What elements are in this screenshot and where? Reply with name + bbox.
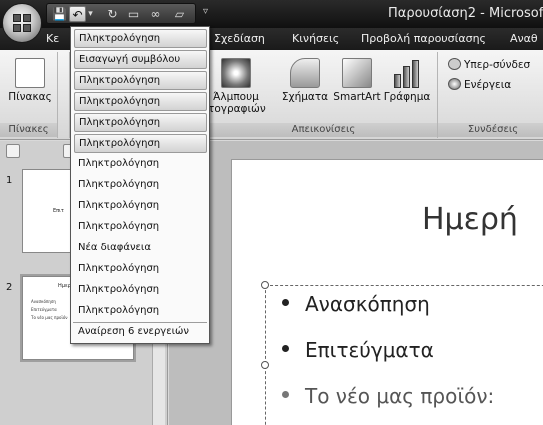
action-button[interactable]: Ενέργεια (448, 78, 511, 91)
chart-label: Γράφημα (383, 91, 431, 103)
bullet-text: Επιτεύγματα (305, 338, 434, 362)
photo-album-label: Άλμπουμ τογραφιών (208, 91, 266, 115)
tab-slide-show[interactable]: Προβολή παρουσίασης (361, 32, 486, 45)
undo-item[interactable]: Πληκτρολόγηση (74, 260, 207, 279)
redo-icon[interactable]: ↻ (104, 6, 121, 22)
tab-animations[interactable]: Κινήσεις (292, 32, 339, 45)
powerpoint-window: 💾 ↶ ▾ ↻ ▭ ∞ ▱ ▿ Παρουσίαση2 - Microsoft … (0, 0, 543, 425)
slide-number: 1 (6, 175, 13, 186)
table-button-label: Πίνακας (8, 91, 52, 103)
bullet-icon (282, 299, 289, 306)
content-placeholder[interactable]: Ανασκόπηση Επιτεύγματα Το νέο μας προϊόν… (261, 281, 543, 425)
resize-handle[interactable] (261, 281, 269, 289)
window-title: Παρουσίαση2 - Microsoft Po (388, 6, 543, 21)
thumbnail-bullet: Το νέο μας προϊόν (31, 315, 68, 320)
action-label: Ενέργεια (464, 79, 512, 91)
undo-item[interactable]: Νέα διαφάνεια (74, 239, 207, 258)
hyperlink-label: Υπερ-σύνδεσ (464, 59, 531, 71)
photo-album-button[interactable]: Άλμπουμ τογραφιών (208, 58, 266, 115)
thumbnail-title: Επιτ (53, 208, 64, 214)
save-icon[interactable]: 💾 (51, 6, 68, 22)
thumbnail-title: Ημερ (58, 283, 71, 289)
undo-icon[interactable]: ↶ (69, 6, 86, 22)
tab-review[interactable]: Αναθ (510, 32, 538, 45)
shapes-label: Σχήματα (281, 91, 329, 103)
title-bar: 💾 ↶ ▾ ↻ ▭ ∞ ▱ ▿ Παρουσίαση2 - Microsoft … (0, 0, 543, 28)
undo-item[interactable]: Πληκτρολόγηση (74, 113, 207, 132)
thumbnail-bullet: Ανασκόπηση (31, 299, 56, 304)
table-icon (15, 58, 45, 88)
undo-item[interactable]: Πληκτρολόγηση (74, 302, 207, 321)
resize-handle[interactable] (261, 361, 269, 369)
undo-item[interactable]: Πληκτρολόγηση (74, 29, 207, 48)
slide-title[interactable]: Ημερή (422, 202, 518, 237)
group-links: Υπερ-σύνδεσ Ενέργεια Συνδέσεις (438, 52, 543, 138)
slide-number: 2 (6, 282, 13, 293)
smartart-button[interactable]: SmartArt (332, 58, 382, 103)
chart-icon (392, 58, 422, 88)
bullet-item[interactable]: Επιτεύγματα (282, 338, 434, 362)
link-icon[interactable]: ∞ (147, 6, 164, 22)
undo-item[interactable]: Πληκτρολόγηση (74, 218, 207, 237)
shapes-icon (290, 58, 320, 88)
open-folder-icon[interactable]: ▱ (171, 6, 188, 22)
undo-item[interactable]: Πληκτρολόγηση (74, 134, 207, 153)
group-illustrations-label: Απεικονίσεις (210, 123, 437, 137)
hyperlink-icon (448, 58, 461, 70)
table-button[interactable]: Πίνακας (8, 58, 52, 103)
undo-count-label: Αναίρεση 6 ενεργειών (78, 326, 189, 337)
slide-icon[interactable]: ▭ (125, 6, 142, 22)
dropdown-separator (73, 322, 207, 323)
undo-item[interactable]: Πληκτρολόγηση (74, 71, 207, 90)
undo-dropdown-arrow-icon[interactable]: ▾ (86, 6, 95, 22)
smartart-icon (342, 58, 372, 88)
bullet-icon (282, 391, 289, 398)
undo-item[interactable]: Πληκτρολόγηση (74, 155, 207, 174)
tab-home[interactable]: Κε (46, 32, 59, 45)
shapes-button[interactable]: Σχήματα (280, 58, 330, 103)
bullet-text: Το νέο μας προϊόν: (305, 384, 495, 408)
office-button[interactable] (2, 3, 42, 43)
undo-item[interactable]: Πληκτρολόγηση (74, 176, 207, 195)
slide-canvas[interactable]: Ημερή Ανασκόπηση Επιτεύγματα Το νέο μας … (231, 159, 543, 425)
photo-album-icon (221, 58, 251, 88)
bullet-icon (282, 345, 289, 352)
bullet-item[interactable]: Το νέο μας προϊόν: (282, 384, 494, 408)
thumbnail-bullet: Επιτεύγματα (31, 307, 57, 312)
group-tables: Πίνακας Πίνακες (0, 52, 58, 138)
bullet-item[interactable]: Ανασκόπηση (282, 292, 430, 316)
slide-workspace: Ημερή Ανασκόπηση Επιτεύγματα Το νέο μας … (169, 141, 543, 425)
customize-qat-icon[interactable]: ▿ (203, 6, 208, 17)
undo-item[interactable]: Πληκτρολόγηση (74, 197, 207, 216)
quick-access-toolbar: 💾 ↶ ▾ ↻ ▭ ∞ ▱ (46, 3, 196, 24)
office-logo-icon (13, 14, 32, 33)
action-icon (448, 78, 461, 90)
undo-history-dropdown: Πληκτρολόγηση Εισαγωγή συμβόλου Πληκτρολ… (70, 26, 210, 344)
undo-item[interactable]: Εισαγωγή συμβόλου (74, 50, 207, 69)
tab-design[interactable]: Σχεδίαση (214, 32, 265, 45)
undo-item[interactable]: Πληκτρολόγηση (74, 92, 207, 111)
group-tables-label: Πίνακες (0, 123, 57, 137)
bullet-text: Ανασκόπηση (305, 292, 430, 316)
slides-tab-icon[interactable] (6, 144, 20, 158)
chart-button[interactable]: Γράφημα (382, 58, 432, 103)
smartart-label: SmartArt (333, 91, 381, 103)
group-links-label: Συνδέσεις (438, 123, 543, 137)
undo-item[interactable]: Πληκτρολόγηση (74, 281, 207, 300)
group-illustrations: Άλμπουμ τογραφιών Σχήματα SmartArt Γράφη… (208, 52, 438, 138)
group-images-partial (58, 52, 70, 138)
hyperlink-button[interactable]: Υπερ-σύνδεσ (448, 58, 530, 71)
